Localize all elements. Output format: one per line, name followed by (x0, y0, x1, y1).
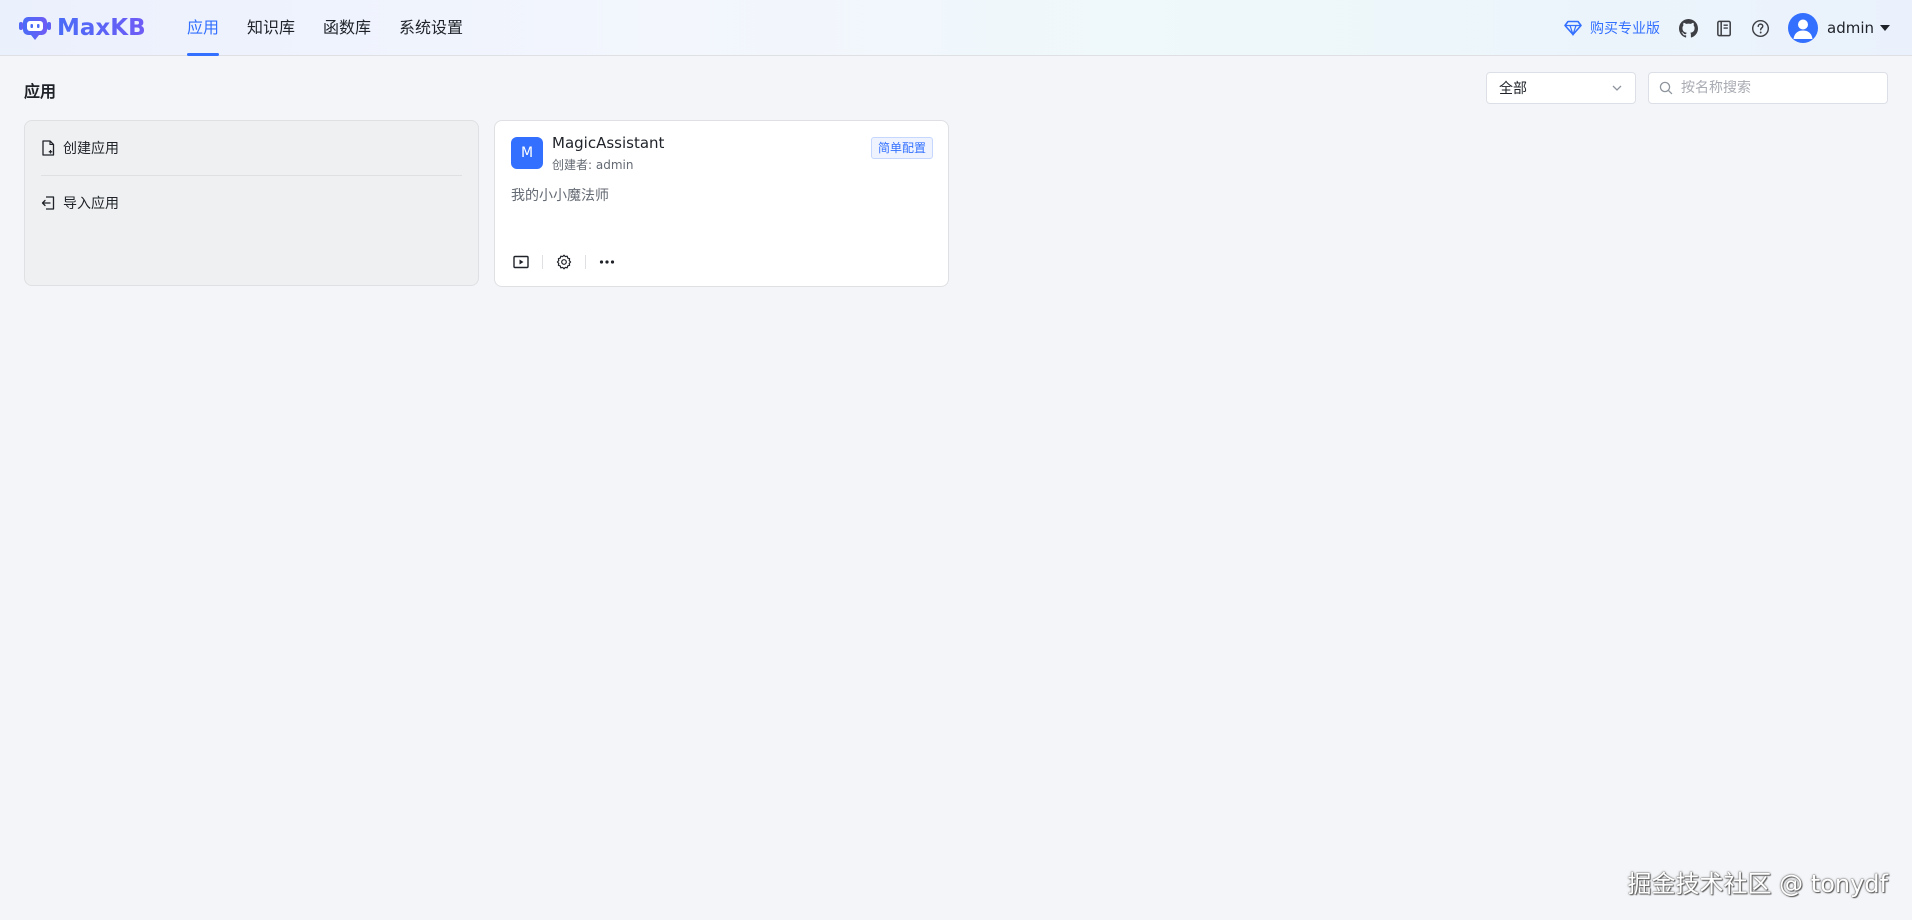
app-creator: 创建者: admin (552, 158, 634, 172)
import-app-button[interactable]: 导入应用 (41, 176, 462, 230)
gear-icon (556, 254, 572, 270)
caret-down-icon (1880, 25, 1890, 31)
main-nav: 应用 知识库 函数库 系统设置 (187, 0, 491, 56)
search-box (1648, 72, 1888, 104)
more-icon (599, 260, 615, 264)
chevron-down-icon (1612, 85, 1622, 91)
user-menu[interactable]: admin (1788, 13, 1890, 43)
app-actions (511, 252, 617, 272)
type-filter-value: 全部 (1499, 81, 1527, 97)
nav-item-functions[interactable]: 函数库 (323, 0, 371, 56)
user-name: admin (1827, 19, 1874, 37)
new-file-icon (42, 140, 55, 156)
app-type-tag: 简单配置 (870, 137, 933, 159)
app-name: MagicAssistant (552, 134, 665, 152)
top-header: MaxKB 应用 知识库 函数库 系统设置 购买专业版 admin (0, 0, 1912, 56)
app-description: 我的小小魔法师 (511, 188, 609, 204)
import-app-label: 导入应用 (63, 196, 119, 212)
nav-item-knowledge[interactable]: 知识库 (247, 0, 295, 56)
search-input[interactable] (1681, 80, 1871, 96)
header-actions: 购买专业版 admin (1564, 0, 1890, 56)
logo-text: MaxKB (57, 15, 146, 41)
logo[interactable]: MaxKB (19, 13, 146, 43)
book-icon[interactable] (1714, 18, 1734, 38)
help-icon[interactable] (1750, 18, 1770, 38)
app-avatar: M (511, 137, 543, 169)
play-icon (513, 255, 529, 269)
create-app-button[interactable]: 创建应用 (41, 121, 462, 175)
action-divider (542, 255, 543, 269)
avatar (1788, 13, 1818, 43)
more-button[interactable] (597, 252, 617, 272)
buy-pro-label: 购买专业版 (1590, 21, 1660, 37)
robot-logo-icon (19, 17, 51, 40)
import-icon (41, 196, 55, 210)
settings-button[interactable] (554, 252, 574, 272)
create-app-card: 创建应用 导入应用 (24, 120, 479, 286)
buy-pro-link[interactable]: 购买专业版 (1564, 18, 1660, 38)
page-title: 应用 (24, 82, 57, 101)
github-icon[interactable] (1678, 18, 1698, 38)
action-divider (585, 255, 586, 269)
user-icon (1793, 19, 1813, 39)
nav-item-settings[interactable]: 系统设置 (399, 0, 463, 56)
create-app-label: 创建应用 (63, 141, 119, 157)
type-filter-select[interactable]: 全部 (1486, 72, 1636, 104)
watermark: 掘金技术社区 @ tonydf (1627, 870, 1888, 898)
search-icon (1659, 81, 1673, 95)
demo-button[interactable] (511, 252, 531, 272)
diamond-icon (1564, 20, 1582, 36)
app-card[interactable]: M MagicAssistant 创建者: admin 简单配置 我的小小魔法师 (494, 120, 949, 287)
nav-item-apps[interactable]: 应用 (187, 0, 220, 56)
